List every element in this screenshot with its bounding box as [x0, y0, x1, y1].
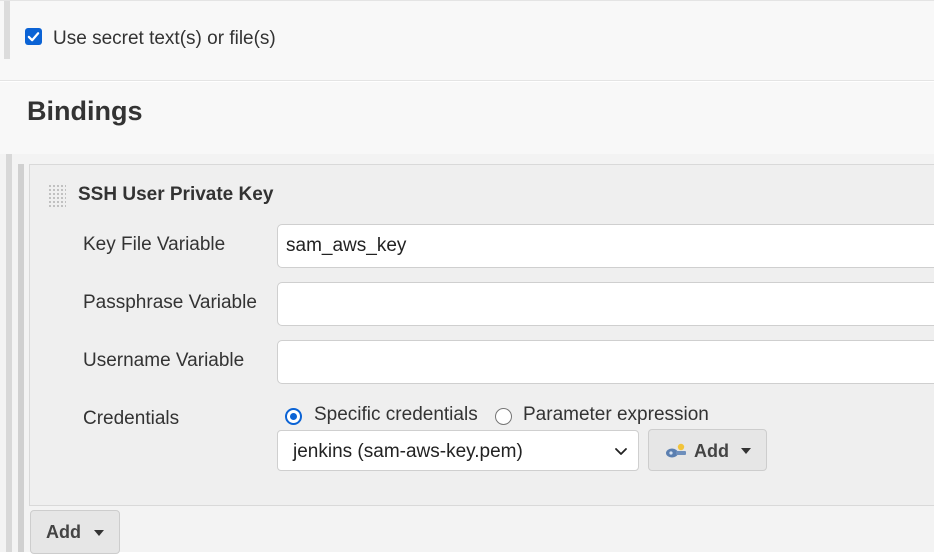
- credentials-label: Credentials: [83, 408, 180, 429]
- key-icon: [666, 443, 686, 458]
- credentials-selected-value: jenkins (sam-aws-key.pem): [293, 441, 523, 462]
- use-secret-checkbox[interactable]: [25, 28, 42, 45]
- parameter-expression-radio[interactable]: [495, 408, 512, 425]
- add-binding-button[interactable]: Add: [30, 510, 120, 554]
- specific-credentials-label[interactable]: Specific credentials: [314, 404, 478, 426]
- add-binding-label: Add: [46, 522, 81, 542]
- add-credential-label: Add: [694, 441, 729, 461]
- inner-indicator-bar: [18, 164, 24, 552]
- add-credential-button[interactable]: Add: [648, 429, 767, 471]
- key-file-label: Key File Variable: [83, 234, 226, 255]
- username-input[interactable]: [277, 340, 934, 384]
- use-secret-label[interactable]: Use secret text(s) or file(s): [53, 28, 276, 50]
- checkmark-icon: [27, 32, 40, 42]
- key-file-input[interactable]: sam_aws_key: [277, 224, 934, 268]
- credentials-select[interactable]: jenkins (sam-aws-key.pem): [277, 430, 639, 471]
- section-title: Bindings: [27, 96, 143, 126]
- caret-down-icon: [741, 448, 751, 454]
- specific-credentials-radio[interactable]: [285, 408, 302, 425]
- binding-title: SSH User Private Key: [78, 184, 274, 205]
- passphrase-input[interactable]: [277, 282, 934, 326]
- row-indicator-bar: [4, 1, 10, 59]
- passphrase-label: Passphrase Variable: [83, 292, 257, 313]
- username-label: Username Variable: [83, 350, 245, 371]
- caret-down-icon: [94, 530, 104, 536]
- parameter-expression-label[interactable]: Parameter expression: [523, 404, 709, 426]
- section-header: Bindings: [0, 82, 934, 154]
- outer-indicator-bar: [6, 154, 12, 552]
- use-secret-row: Use secret text(s) or file(s): [0, 0, 934, 81]
- chevron-down-icon: [615, 448, 627, 455]
- drag-handle-icon[interactable]: [48, 184, 66, 208]
